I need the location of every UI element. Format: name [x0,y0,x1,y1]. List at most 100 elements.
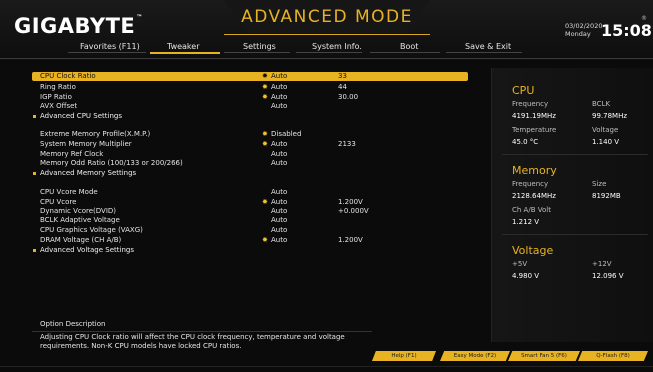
setting-label: BCLK Adaptive Voltage [40,216,120,224]
setting-label: Memory Ref Clock [40,150,104,158]
setting-value[interactable]: Auto [271,150,287,159]
mem-freq-label: Frequency [512,180,549,188]
modified-star-icon: ✸ [262,72,268,80]
nav-underline [370,52,440,53]
setting-value[interactable]: Auto [271,188,287,197]
setting-value[interactable]: Auto [271,93,287,102]
volt-12v-value: 12.096 V [592,272,624,280]
nav-underline [446,52,522,53]
nav-underline [224,52,290,53]
setting-label: System Memory Multiplier [40,140,132,148]
day-text: Monday [565,30,591,38]
setting-label: Advanced Voltage Settings [40,246,134,254]
setting-label: CPU Graphics Voltage (VAXG) [40,226,143,234]
setting-value[interactable]: Auto [271,72,287,81]
setting-label: CPU Vcore [40,198,77,206]
setting-value[interactable]: Auto [271,216,287,225]
setting-row[interactable]: Extreme Memory Profile(X.M.P.) ✸ Disabled [32,130,468,139]
time-display: 15:08 [601,21,652,40]
bottom-divider [0,366,653,367]
cpu-bclk-label: BCLK [592,100,611,108]
setting-label: DRAM Voltage (CH A/B) [40,236,122,244]
option-description-box: Option Description Adjusting CPU Clock r… [32,318,372,360]
setting-value[interactable]: Auto [271,207,287,216]
modified-star-icon: ✸ [262,130,268,138]
setting-label: Extreme Memory Profile(X.M.P.) [40,130,151,138]
mode-title[interactable]: ADVANCED MODE [224,7,430,27]
mem-size-value: 8192MB [592,192,621,200]
setting-row[interactable]: IGP Ratio ✸ Auto 30.00 [32,93,468,102]
modified-star-icon: ✸ [262,236,268,244]
modified-star-icon: ✸ [262,83,268,91]
hardware-monitor-panel: CPU Frequency BCLK 4191.19MHz 99.78MHz T… [491,68,653,342]
setting-value[interactable]: Auto [271,236,287,245]
setting-row[interactable]: CPU Vcore Mode Auto [32,188,468,197]
setting-row[interactable]: Dynamic Vcore(DVID) Auto +0.000V [32,207,468,216]
setting-value[interactable]: Auto [271,83,287,92]
setting-row[interactable]: CPU Vcore ✸ Auto 1.200V [32,198,468,207]
q-flash-button[interactable]: Q-Flash (F8) [578,351,648,361]
nav-underline [296,52,362,53]
setting-value[interactable]: Disabled [271,130,301,139]
setting-label: CPU Vcore Mode [40,188,98,196]
setting-row[interactable]: Memory Odd Ratio (100/133 or 200/266) Aut… [32,159,468,168]
submenu-item[interactable]: Advanced Memory Settings [32,169,468,178]
setting-current-value: 33 [338,72,347,80]
option-description-text: Adjusting CPU Clock ratio will affect th… [40,333,345,350]
cpu-heading: CPU [512,84,535,97]
nav-tabs: Favorites (F11) Tweaker Settings System … [0,40,653,56]
nav-underline [68,52,146,53]
setting-value[interactable]: Auto [271,159,287,168]
setting-label: AVX Offset [40,102,78,110]
setting-value[interactable]: Auto [271,198,287,207]
setting-current-value: 44 [338,83,347,91]
panel-divider [502,234,648,235]
setting-value[interactable]: Auto [271,140,287,149]
setting-value[interactable]: Auto [271,226,287,235]
setting-row[interactable]: Memory Ref Clock Auto [32,150,468,159]
setting-label: Memory Odd Ratio (100/133 or 200/266) [40,159,183,167]
setting-label: Advanced CPU Settings [40,112,122,120]
mem-freq-value: 2128.64MHz [512,192,556,200]
setting-current-value: 30.00 [338,93,359,101]
setting-row[interactable]: Ring Ratio ✸ Auto 44 [32,83,468,92]
option-divider [32,331,372,332]
setting-row[interactable]: DRAM Voltage (CH A/B) ✸ Auto 1.200V [32,236,468,245]
setting-row[interactable]: AVX Offset Auto [32,102,468,111]
submenu-item[interactable]: Advanced CPU Settings [32,112,468,121]
header-divider [0,58,653,59]
setting-row[interactable]: System Memory Multiplier ✸ Auto 2133 [32,140,468,149]
date-text: 03/02/2020 [565,22,603,30]
cpu-temp-value: 45.0 °C [512,138,539,146]
voltage-heading: Voltage [512,244,554,257]
cpu-temp-label: Temperature [512,126,557,134]
help-button[interactable]: Help (F1) [372,351,436,361]
smart-fan-button[interactable]: Smart Fan 5 (F6) [508,351,580,361]
panel-divider [502,154,648,155]
mem-chab-label: Ch A/B Volt [512,206,551,214]
cpu-bclk-value: 99.78MHz [592,112,628,120]
cpu-volt-label: Voltage [592,126,619,134]
date-display: 03/02/2020 Monday [565,22,602,38]
registered-mark: ® [641,15,647,22]
setting-label: Ring Ratio [40,83,76,91]
cpu-freq-value: 4191.19MHz [512,112,556,120]
easy-mode-button[interactable]: Easy Mode (F2) [440,351,510,361]
setting-row[interactable]: CPU Clock Ratio ✸ Auto 33 [32,72,468,81]
volt-5v-value: 4.980 V [512,272,540,280]
modified-star-icon: ✸ [262,198,268,206]
setting-current-value: 1.200V [338,198,363,206]
volt-5v-label: +5V [512,260,528,268]
setting-label: IGP Ratio [40,93,72,101]
submenu-bullet-icon [33,249,36,252]
setting-current-value: 2133 [338,140,356,148]
setting-row[interactable]: BCLK Adaptive Voltage Auto [32,216,468,225]
submenu-item[interactable]: Advanced Voltage Settings [32,246,468,255]
setting-value[interactable]: Auto [271,102,287,111]
nav-active-indicator [150,52,220,54]
setting-label: Advanced Memory Settings [40,169,137,177]
modified-star-icon: ✸ [262,140,268,148]
setting-row[interactable]: CPU Graphics Voltage (VAXG) Auto [32,226,468,235]
setting-label: CPU Clock Ratio [40,72,96,80]
mem-chab-value: 1.212 V [512,218,540,226]
